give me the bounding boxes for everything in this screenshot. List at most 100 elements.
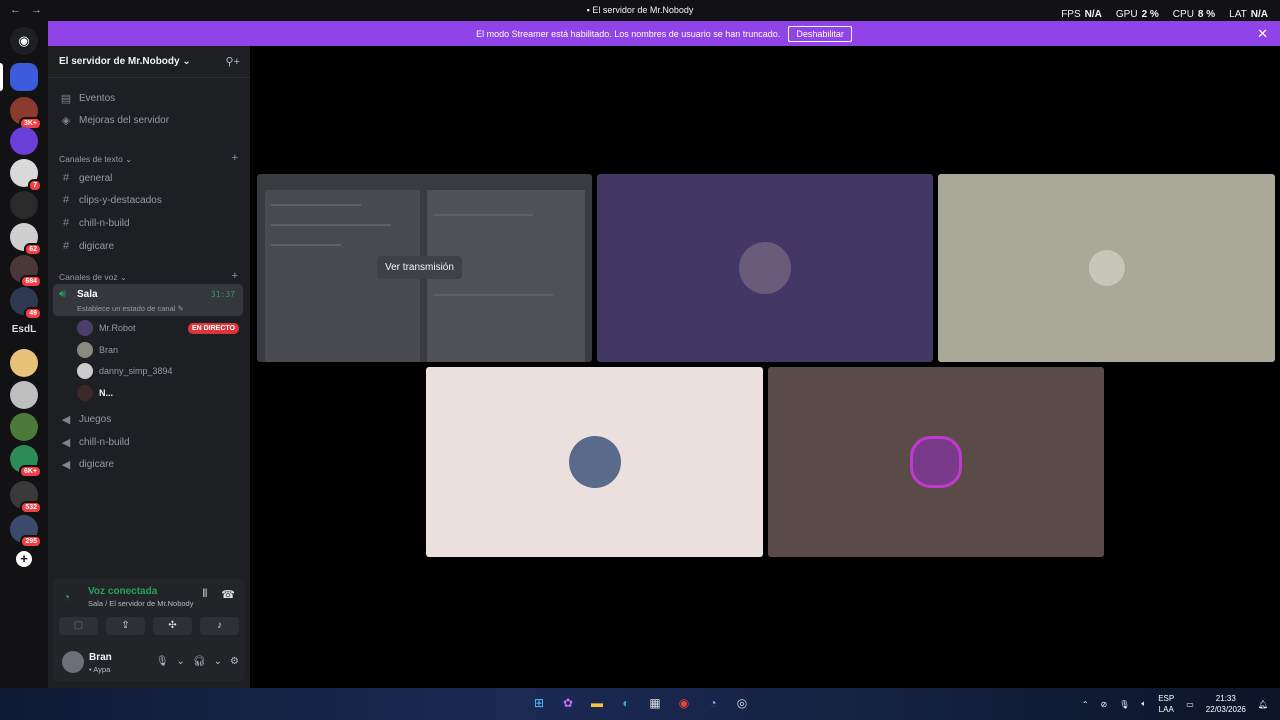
speaker-icon: ◀: [61, 459, 71, 471]
server-icon[interactable]: [10, 127, 38, 155]
server-icon[interactable]: 6K+: [10, 445, 42, 478]
network-off-icon[interactable]: ⊘: [1101, 700, 1108, 709]
chrome-icon[interactable]: ◉: [675, 694, 693, 712]
voice-member[interactable]: Mr.Robot: [77, 320, 136, 336]
edge-icon[interactable]: ◐: [617, 694, 635, 712]
voice-member[interactable]: danny_simp_3894: [77, 363, 173, 379]
mention-badge: 49: [24, 307, 42, 320]
server-icon[interactable]: 49: [10, 287, 42, 320]
voice-connected-label[interactable]: Voz conectada: [88, 586, 157, 597]
avatar: [77, 342, 93, 358]
mic-icon[interactable]: 🎙︎: [1119, 700, 1129, 709]
server-icon[interactable]: [10, 191, 38, 219]
events-item[interactable]: ▤ Eventos: [60, 92, 115, 105]
channel-status[interactable]: Establece un estado de canal ✎: [77, 304, 184, 313]
server-icon[interactable]: 684: [10, 255, 42, 288]
taskbar-apps: ⊞ ✿ ▬ ◐ ▦ ◉ ◔ ◎: [530, 694, 751, 712]
streamer-mode-banner: El modo Streamer está habilitado. Los no…: [48, 21, 1280, 46]
participant-tile[interactable]: [597, 174, 933, 362]
voice-category[interactable]: Canales de voz ⌄: [59, 272, 127, 283]
folder-icon[interactable]: ▬: [588, 694, 606, 712]
voice-channel-digicare[interactable]: ◀ digicare: [60, 458, 114, 471]
participant-tile[interactable]: [938, 174, 1275, 362]
signal-icon[interactable]: ◔: [63, 590, 70, 604]
voice-member[interactable]: N...: [77, 385, 113, 401]
volume-icon[interactable]: 🔈︎: [1141, 699, 1146, 709]
speaker-icon: 🔊︎: [59, 288, 66, 300]
screen-share-button[interactable]: ⇪: [106, 617, 145, 635]
app-icon[interactable]: ◎: [733, 694, 751, 712]
text-category[interactable]: Canales de texto ⌄: [59, 154, 132, 165]
server-icon[interactable]: [10, 349, 38, 377]
voice-member[interactable]: Bran: [77, 342, 118, 358]
start-icon[interactable]: ⊞: [530, 694, 548, 712]
voice-channel-juegos[interactable]: ◀ Juegos: [60, 413, 111, 426]
server-header[interactable]: El servidor de Mr.Nobody ⌄ ⚲+: [48, 46, 250, 78]
server-icon[interactable]: [10, 381, 38, 409]
user-panel: Bran • Aypa 🎙︎ ⌄ 🎧︎ ⌄ ⚙: [53, 646, 245, 680]
noise-suppression-icon[interactable]: ⦀: [202, 588, 207, 601]
add-server-icon[interactable]: +: [16, 551, 32, 567]
add-text-channel-icon[interactable]: +: [232, 152, 238, 164]
server-icon[interactable]: 295: [10, 515, 42, 548]
participant-tile[interactable]: [768, 367, 1104, 557]
server-icon[interactable]: [10, 413, 38, 441]
mic-icon[interactable]: 🎙︎: [156, 656, 169, 667]
channel-digicare[interactable]: # digicare: [60, 240, 114, 252]
gear-icon[interactable]: ⚙: [230, 656, 239, 667]
mention-badge: 62: [24, 243, 42, 256]
discord-icon[interactable]: ◔: [704, 694, 722, 712]
notification-icon[interactable]: 🔔︎: [1258, 700, 1268, 709]
invite-icon[interactable]: ⚲+: [226, 55, 240, 68]
call-timer: 31:37: [210, 290, 235, 299]
live-badge: EN DIRECTO: [187, 323, 239, 334]
avatar[interactable]: [62, 651, 84, 673]
server-icon[interactable]: 532: [10, 481, 42, 514]
channel-clips[interactable]: # clips-y-destacados: [60, 194, 162, 206]
boosts-item[interactable]: ◈ Mejoras del servidor: [60, 114, 169, 127]
close-icon[interactable]: ✕: [1257, 26, 1268, 42]
server-icon[interactable]: 7: [10, 159, 42, 192]
mention-badge: 295: [20, 535, 42, 548]
taskbar: ⊞ ✿ ▬ ◐ ▦ ◉ ◔ ◎ ⌃ ⊘ 🎙︎ 🔈︎ ESP LAA ▭ 21:33…: [0, 688, 1280, 720]
avatar: [1088, 250, 1125, 286]
camera-button[interactable]: ▢: [59, 617, 98, 635]
copilot-icon[interactable]: ✿: [559, 694, 577, 712]
wifi-icon[interactable]: ▭: [1186, 700, 1194, 709]
title-bar: ←→ ▪ El servidor de Mr.Nobody FPS N/A GPU…: [0, 0, 1280, 21]
voice-location[interactable]: Sala / El servidor de Mr.Nobody: [88, 599, 193, 608]
voice-stage: Ver transmisión: [250, 46, 1280, 688]
server-icon[interactable]: 3K+: [10, 97, 42, 130]
hash-icon: #: [62, 172, 70, 184]
participant-tile[interactable]: [426, 367, 763, 557]
language-indicator[interactable]: ESP LAA: [1158, 693, 1174, 715]
headphones-icon[interactable]: 🎧︎: [193, 656, 206, 667]
selected-pill: [0, 63, 3, 91]
avatar: [568, 436, 621, 488]
voice-channel-sala[interactable]: 🔊︎ Sala 31:37 Establece un estado de can…: [53, 284, 243, 316]
activities-button[interactable]: ✣: [153, 617, 192, 635]
watch-stream-button[interactable]: Ver transmisión: [377, 256, 462, 279]
server-icon-esdm[interactable]: [10, 63, 38, 91]
voice-channel-chill[interactable]: ◀ chill-n-build: [60, 436, 130, 449]
stream-tile[interactable]: Ver transmisión: [257, 174, 592, 362]
chevron-down-icon[interactable]: ⌄: [214, 656, 222, 667]
clock[interactable]: 21:33 22/03/2026: [1206, 693, 1246, 715]
soundboard-button[interactable]: ♪: [200, 617, 239, 635]
hash-icon: #: [62, 194, 70, 206]
disable-streamer-button[interactable]: Deshabilitar: [788, 25, 852, 42]
channel-chill[interactable]: # chill-n-build: [60, 217, 130, 229]
channel-general[interactable]: # general: [60, 172, 112, 184]
chevron-down-icon[interactable]: ⌄: [177, 656, 185, 667]
username: Bran: [89, 652, 112, 663]
disconnect-icon[interactable]: ☎: [221, 588, 235, 601]
user-status: • Aypa: [89, 665, 111, 674]
server-icon-text[interactable]: EsdL: [10, 324, 38, 335]
add-voice-channel-icon[interactable]: +: [232, 270, 238, 282]
store-icon[interactable]: ▦: [646, 694, 664, 712]
chevron-up-icon[interactable]: ⌃: [1082, 700, 1089, 709]
server-icon[interactable]: 62: [10, 223, 42, 256]
avatar: [910, 436, 962, 488]
server-name: El servidor de Mr.Nobody ⌄: [59, 56, 191, 67]
discord-icon[interactable]: ◉: [10, 27, 38, 55]
